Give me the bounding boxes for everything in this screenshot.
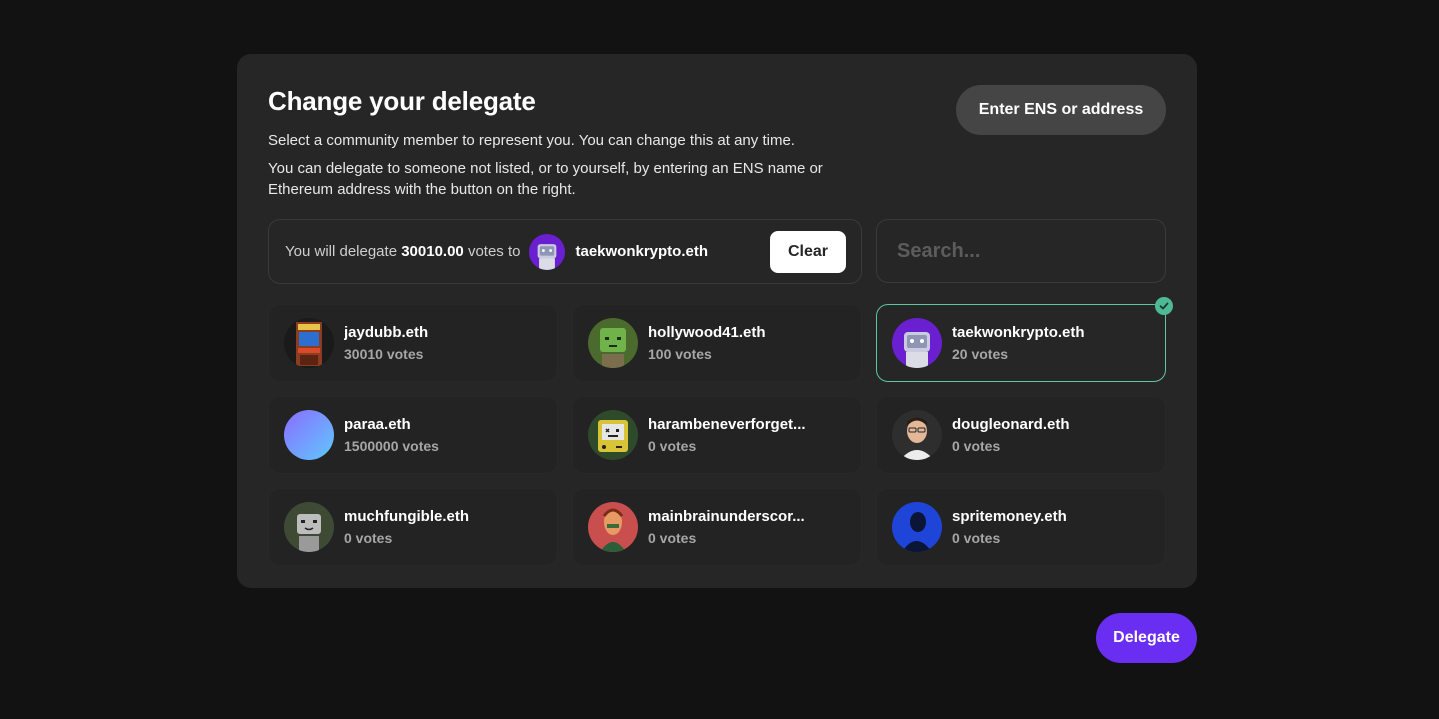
delegate-votes: 0 votes (648, 529, 697, 546)
delegate-card[interactable]: mainbrainunderscor... 0 votes (572, 488, 862, 566)
delegate-name: spritemoney.eth (952, 507, 1067, 525)
delegate-card[interactable]: harambeneverforget... 0 votes (572, 396, 862, 474)
delegate-votes: 0 votes (648, 437, 697, 454)
delegate-button[interactable]: Delegate (1096, 613, 1197, 663)
summary-text: You will delegate 30010.00 votes to (285, 243, 520, 260)
delegate-card[interactable]: spritemoney.eth 0 votes (876, 488, 1166, 566)
illustrated-face-avatar (588, 502, 638, 552)
delegate-card[interactable]: jaydubb.eth 30010 votes (268, 304, 558, 382)
summary-suffix: votes to (463, 243, 521, 260)
delegate-votes: 20 votes (952, 345, 1009, 362)
blue-silhouette-avatar (892, 502, 942, 552)
delegate-votes: 0 votes (344, 529, 393, 546)
clear-button[interactable]: Clear (770, 231, 846, 273)
delegate-name: jaydubb.eth (344, 323, 429, 341)
delegate-grid: jaydubb.eth 30010 votes hollywood41.eth … (268, 297, 1173, 566)
check-icon (1155, 297, 1173, 315)
delegate-name: taekwonkrypto.eth (952, 323, 1085, 341)
target-avatar (529, 233, 566, 270)
arcade-cabinet-avatar (284, 318, 334, 368)
modal-title: Change your delegate (268, 86, 536, 116)
delegate-card[interactable]: muchfungible.eth 0 votes (268, 488, 558, 566)
search-input[interactable] (876, 219, 1166, 283)
summary-amount: 30010.00 (401, 243, 464, 260)
grey-robot-avatar (284, 502, 334, 552)
yellow-robot-avatar (588, 410, 638, 460)
gradient-avatar (284, 410, 334, 460)
modal-description-secondary: You can delegate to someone not listed, … (268, 160, 823, 198)
delegation-summary: You will delegate 30010.00 votes to taek… (268, 219, 862, 284)
green-robot-avatar (588, 318, 638, 368)
delegate-card[interactable]: paraa.eth 1500000 votes (268, 396, 558, 474)
delegate-name: dougleonard.eth (952, 415, 1070, 433)
delegate-votes: 30010 votes (344, 345, 424, 362)
delegate-votes: 1500000 votes (344, 437, 439, 454)
delegate-card-selected[interactable]: taekwonkrypto.eth 20 votes (876, 297, 1173, 382)
delegate-card[interactable]: dougleonard.eth 0 votes (876, 396, 1166, 474)
delegate-name: harambeneverforget... (648, 415, 806, 433)
delegate-name: paraa.eth (344, 415, 411, 433)
summary-prefix: You will delegate (285, 243, 402, 260)
delegate-votes: 0 votes (952, 437, 1001, 454)
delegate-votes: 0 votes (952, 529, 1001, 546)
purple-robot-avatar (892, 318, 942, 368)
delegate-name: hollywood41.eth (648, 323, 766, 341)
enter-ens-button[interactable]: Enter ENS or address (956, 85, 1166, 135)
delegate-card[interactable]: hollywood41.eth 100 votes (572, 304, 862, 382)
modal-description: Select a community member to represent y… (268, 132, 795, 149)
summary-target: taekwonkrypto.eth (575, 243, 709, 260)
person-photo-avatar (892, 410, 942, 460)
delegate-name: mainbrainunderscor... (648, 507, 805, 525)
delegate-votes: 100 votes (648, 345, 712, 362)
delegate-modal: Change your delegate Select a community … (237, 54, 1197, 588)
delegate-name: muchfungible.eth (344, 507, 469, 525)
